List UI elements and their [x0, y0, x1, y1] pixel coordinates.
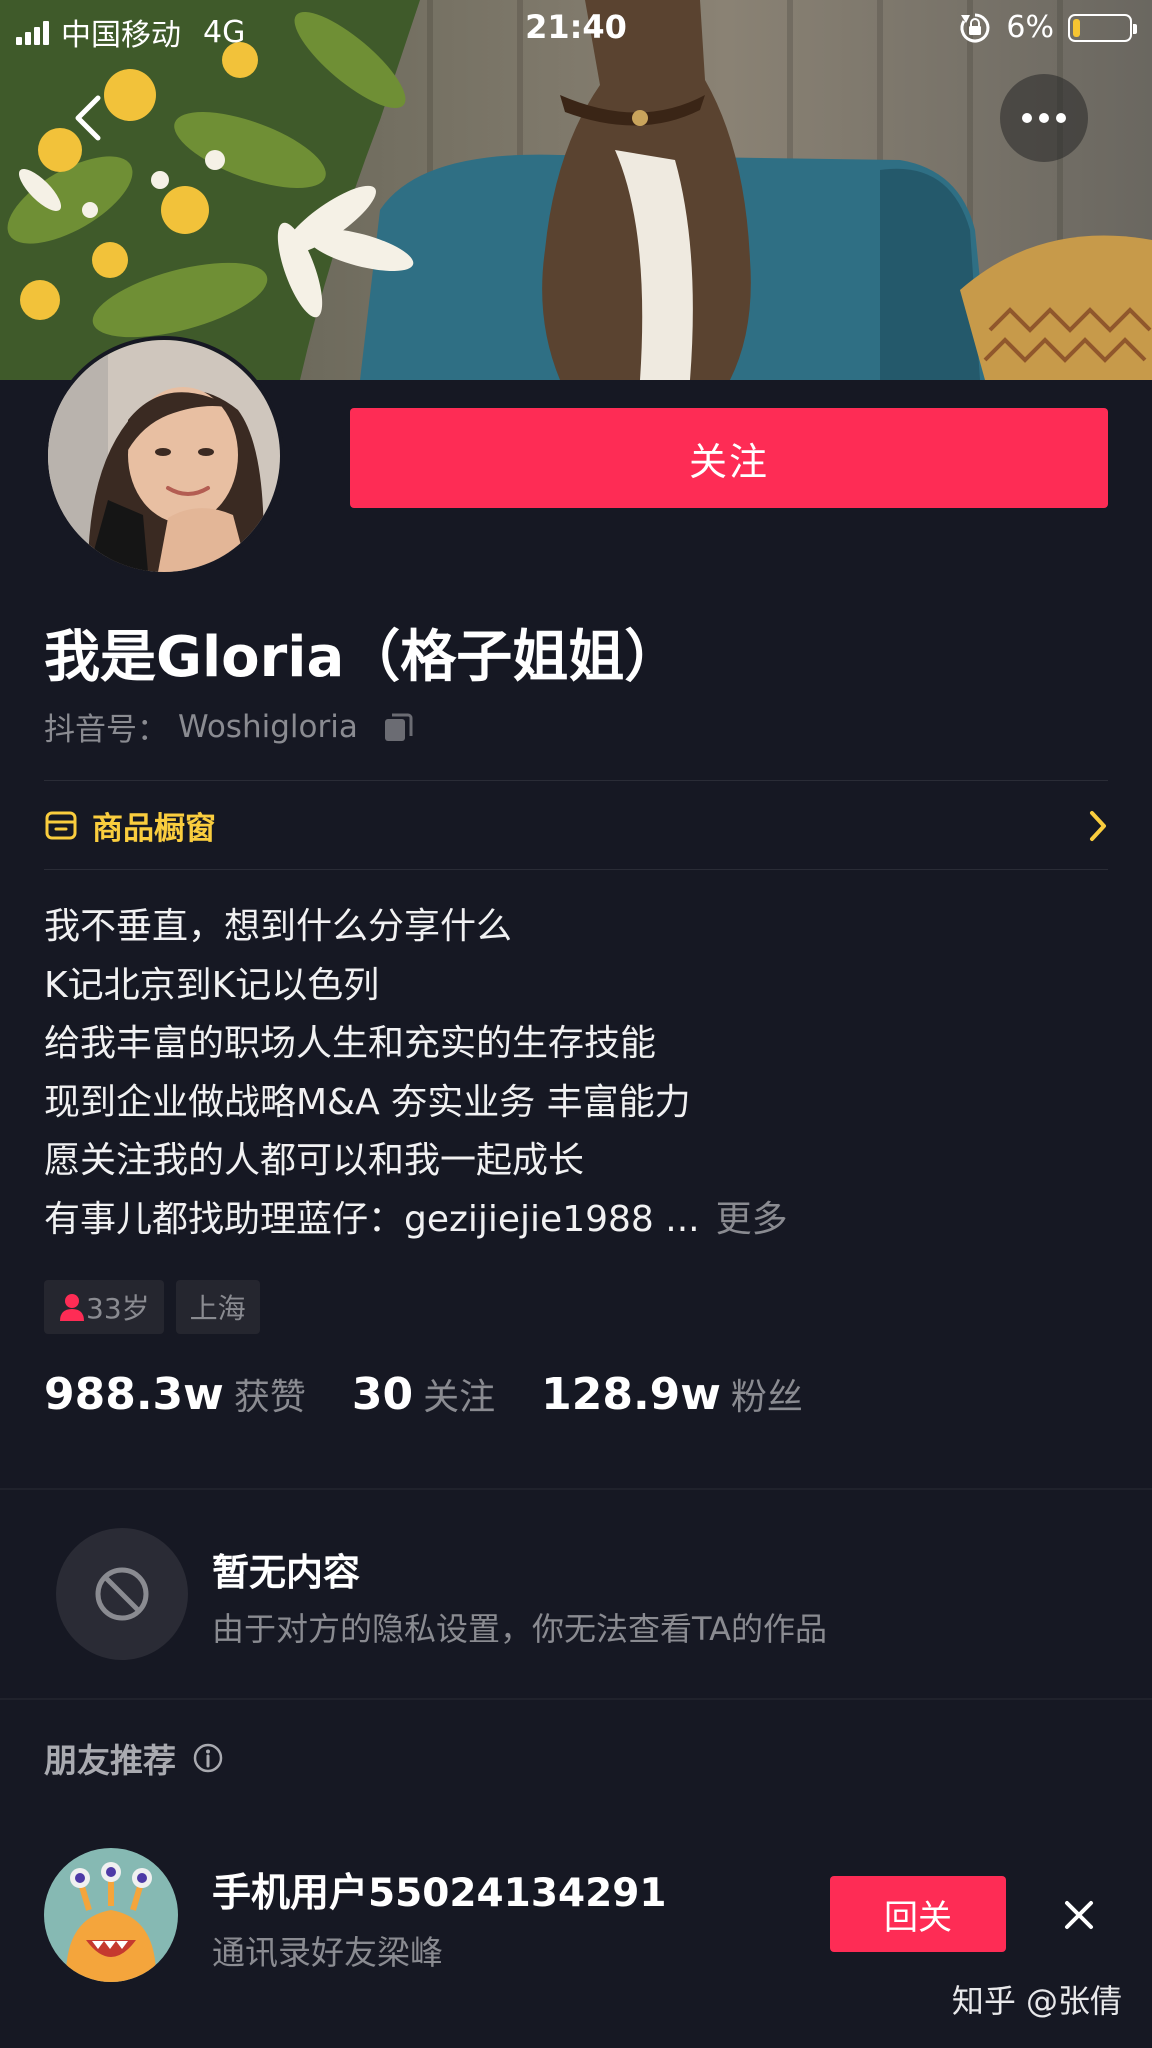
likes-label: 获赞 — [233, 1377, 306, 1418]
bio-line-text: 有事儿都找助理蓝仔：gezijiejie1988 ... — [44, 1198, 700, 1240]
shop-window-row[interactable]: 商品橱窗 — [44, 782, 1108, 868]
profile-stats: 988.3w 获赞 30 关注 128.9w 粉丝 — [44, 1368, 803, 1420]
douyin-id-label: 抖音号： — [44, 712, 168, 748]
divider — [44, 869, 1108, 870]
bio-more-link[interactable]: 更多 — [716, 1199, 788, 1240]
battery-percent: 6% — [1006, 10, 1054, 45]
chevron-right-icon — [1090, 811, 1106, 841]
more-icon — [1022, 113, 1066, 123]
friends-recommend-title: 朋友推荐 — [44, 1741, 176, 1780]
bio: 我不垂直，想到什么分享什么 K记北京到K记以色列 给我丰富的职场人生和充实的生存… — [44, 898, 1108, 1249]
status-right: 6% — [958, 10, 1137, 45]
shop-window-label: 商品橱窗 — [92, 810, 216, 847]
info-icon[interactable] — [192, 1742, 224, 1774]
gender-female-icon — [60, 1294, 84, 1321]
follow-button[interactable]: 关注 — [350, 408, 1108, 508]
avatar-photo — [48, 340, 280, 572]
followers-count[interactable]: 128.9w — [541, 1369, 721, 1420]
age-tag: 33岁 — [44, 1280, 164, 1334]
section-separator — [0, 1698, 1152, 1700]
dismiss-recommendation-button[interactable] — [1054, 1890, 1104, 1940]
age-text: 33岁 — [86, 1292, 150, 1325]
shop-icon — [45, 811, 77, 840]
empty-state-title: 暂无内容 — [212, 1551, 360, 1594]
bio-line: 我不垂直，想到什么分享什么 — [44, 906, 513, 947]
bio-line: K记北京到K记以色列 — [44, 964, 380, 1006]
recommended-user-subtitle: 通讯录好友梁峰 — [212, 1933, 443, 1972]
bio-line: 愿关注我的人都可以和我一起成长 — [44, 1140, 585, 1181]
profile-tags: 33岁 上海 — [44, 1280, 260, 1334]
bio-line: 给我丰富的职场人生和充实的生存技能 — [44, 1023, 657, 1064]
block-icon — [95, 1567, 149, 1621]
battery-icon — [1068, 13, 1137, 42]
bio-line-last: 有事儿都找助理蓝仔：gezijiejie1988 ... 更多 — [44, 1191, 1108, 1250]
watermark: 知乎 @张倩 — [951, 1982, 1122, 2020]
profile-avatar[interactable] — [44, 336, 284, 576]
follow-back-button[interactable]: 回关 — [830, 1876, 1006, 1952]
recommended-user-name[interactable]: 手机用户55024134291 — [212, 1862, 667, 1918]
more-button[interactable] — [1000, 74, 1088, 162]
close-icon — [1065, 1901, 1093, 1929]
empty-state-description: 由于对方的隐私设置，你无法查看TA的作品 — [212, 1610, 827, 1648]
douyin-id-row: 抖音号： Woshigloria — [44, 704, 416, 749]
following-count[interactable]: 30 — [352, 1369, 413, 1420]
bio-line: 现到企业做战略M&A 夯实业务 丰富能力 — [44, 1081, 691, 1123]
location-tag: 上海 — [175, 1280, 260, 1334]
back-button[interactable] — [56, 82, 120, 154]
likes-count: 988.3w — [44, 1369, 224, 1420]
battery-level — [1073, 18, 1080, 37]
followers-label[interactable]: 粉丝 — [731, 1368, 803, 1420]
monster-avatar-image — [44, 1848, 178, 1982]
empty-state-badge — [56, 1528, 188, 1660]
rotation-lock-icon — [960, 13, 990, 42]
friends-recommend-header: 朋友推荐 — [44, 1734, 224, 1782]
divider — [44, 780, 1108, 781]
douyin-id-value: Woshigloria — [178, 708, 358, 745]
status-bar: 中国移动 4G 21:40 6% — [0, 0, 1152, 60]
cover-image: 中国移动 4G 21:40 6% — [0, 0, 1152, 380]
following-label[interactable]: 关注 — [423, 1368, 495, 1420]
recommended-user-avatar[interactable] — [44, 1848, 178, 1982]
profile-name: 我是Gloria（格子姐姐） — [44, 625, 681, 690]
section-separator — [0, 1488, 1152, 1490]
copy-icon[interactable] — [382, 710, 416, 744]
back-icon — [75, 95, 101, 141]
